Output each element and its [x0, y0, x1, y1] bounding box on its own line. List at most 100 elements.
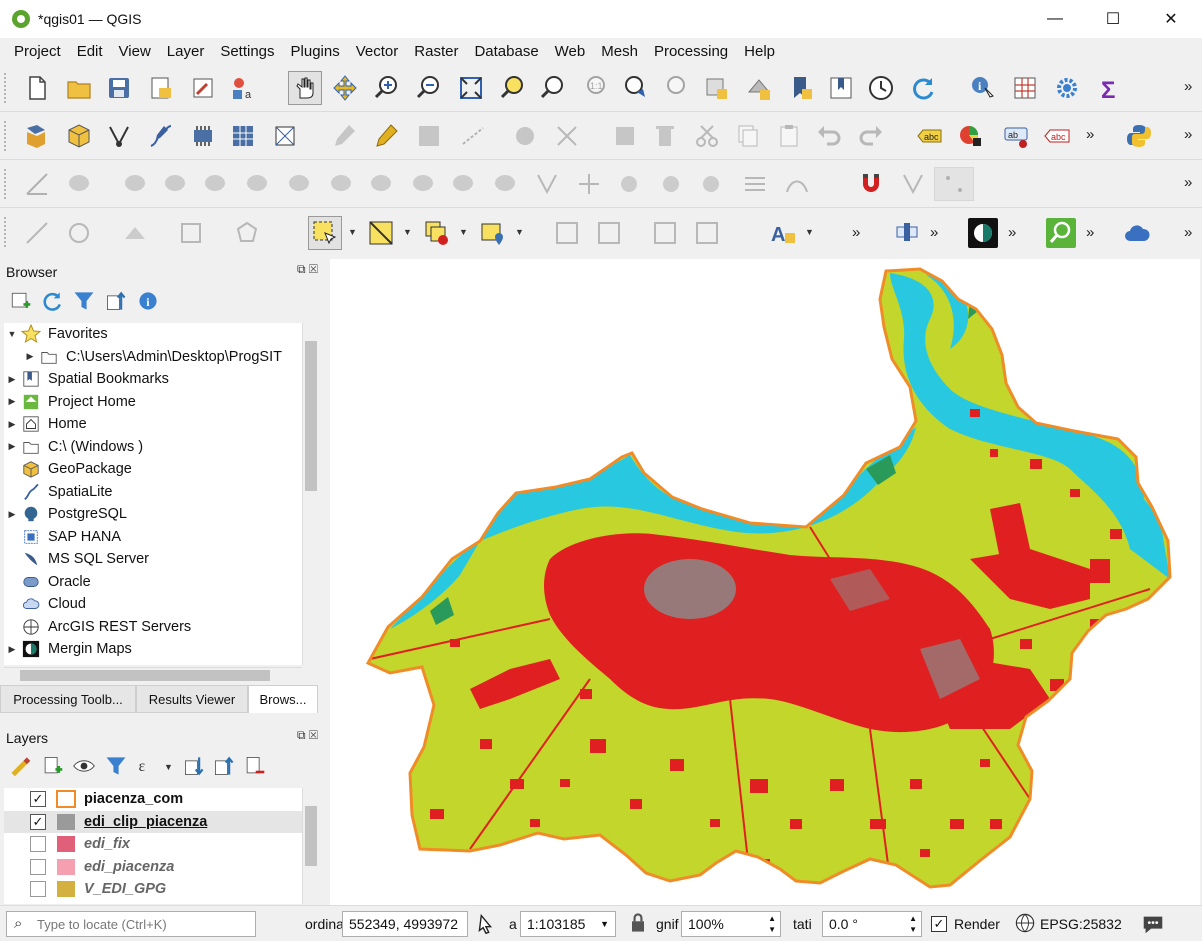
- toolbar-overflow-chevron-icon[interactable]: »: [1184, 78, 1192, 95]
- select-features-dropdown-icon[interactable]: ▼: [348, 217, 358, 247]
- show-hide-labels-icon[interactable]: abc: [1042, 121, 1072, 151]
- browser-item-spatial-bookmarks[interactable]: ▶ Spatial Bookmarks: [4, 368, 302, 391]
- browser-item-project-home[interactable]: ▶ Project Home: [4, 391, 302, 414]
- zoom-native-icon[interactable]: 1:1: [580, 73, 610, 103]
- browser-item-oracle[interactable]: Oracle: [4, 571, 302, 594]
- browser-item-arcgis-rest[interactable]: ArcGIS REST Servers: [4, 616, 302, 639]
- pan-to-selection-icon[interactable]: [330, 73, 360, 103]
- data-source-manager-icon[interactable]: [22, 121, 52, 151]
- new-project-icon[interactable]: [22, 73, 52, 103]
- layer-row-edi-clip-piacenza[interactable]: ✓ edi_clip_piacenza: [4, 810, 302, 833]
- fill-ring-icon[interactable]: [160, 169, 190, 199]
- zoom-in-icon[interactable]: [372, 73, 402, 103]
- toolbar-overflow-chevron-icon[interactable]: »: [1008, 224, 1016, 241]
- coordinate-field[interactable]: 552349, 4993972: [342, 911, 468, 937]
- cloud-icon[interactable]: [1122, 218, 1152, 248]
- move-feature-icon[interactable]: [510, 121, 540, 151]
- magnifier-spinbox[interactable]: 100% ▲ ▼: [681, 911, 781, 937]
- filter-expression-dropdown-icon[interactable]: ▼: [164, 752, 174, 782]
- vertex-tool-icon[interactable]: [104, 121, 134, 151]
- browser-item-geopackage[interactable]: GeoPackage: [4, 458, 302, 481]
- menu-plugins[interactable]: Plugins: [283, 43, 348, 60]
- toggle-extents-mouse-icon[interactable]: [472, 910, 498, 936]
- filter-legend-icon[interactable]: [104, 754, 128, 778]
- expand-all-icon[interactable]: [182, 754, 206, 778]
- browser-item-c-drive[interactable]: ▶ C:\ (Windows ): [4, 436, 302, 459]
- toolbar-overflow-chevron-icon[interactable]: »: [1184, 126, 1192, 143]
- python-console-icon[interactable]: [1124, 121, 1154, 151]
- toolbar-overflow-chevron-icon[interactable]: »: [1184, 174, 1192, 191]
- cut-features-icon[interactable]: [692, 121, 722, 151]
- settings-gear-icon[interactable]: [1052, 73, 1082, 103]
- snapping-type-icon[interactable]: [934, 167, 974, 201]
- shape-rectangle-icon[interactable]: [120, 218, 150, 248]
- layer-row-piacenza-com[interactable]: ✓ piacenza_com: [4, 788, 302, 811]
- menu-mesh[interactable]: Mesh: [593, 43, 646, 60]
- mergin-maps-icon[interactable]: [968, 218, 998, 248]
- plugin-tool-icon[interactable]: [892, 218, 922, 248]
- new-geopackage-layer-icon[interactable]: [64, 121, 94, 151]
- layer-styling-icon[interactable]: [8, 754, 32, 778]
- locator-search-input[interactable]: Type to locate (Ctrl+K): [6, 911, 256, 937]
- browser-item-spatialite[interactable]: SpatiaLite: [4, 481, 302, 504]
- deselect-dropdown-icon[interactable]: ▼: [459, 217, 469, 247]
- chevron-right-icon[interactable]: ▶: [4, 396, 20, 407]
- browser-item-mergin-maps[interactable]: ▶ Mergin Maps: [4, 638, 302, 661]
- add-part-icon[interactable]: [120, 169, 150, 199]
- georeference-icon[interactable]: [552, 218, 582, 248]
- menu-layer[interactable]: Layer: [159, 43, 213, 60]
- maximize-button[interactable]: ☐: [1084, 0, 1142, 38]
- delete-ring-icon[interactable]: [200, 169, 230, 199]
- vertex-editor-icon[interactable]: [552, 121, 582, 151]
- minimize-button[interactable]: —: [1026, 0, 1084, 38]
- paste-features-icon[interactable]: [774, 121, 804, 151]
- offset-point-symbols-icon[interactable]: [614, 169, 644, 199]
- merge-attributes-icon[interactable]: [532, 169, 562, 199]
- toolbar-overflow-chevron-icon[interactable]: »: [1086, 224, 1094, 241]
- close-button[interactable]: ✕: [1142, 0, 1200, 38]
- select-location-dropdown-icon[interactable]: ▼: [515, 217, 525, 247]
- merge-features-icon[interactable]: [490, 169, 520, 199]
- map-render[interactable]: [330, 259, 1200, 905]
- tab-processing-toolbox[interactable]: Processing Toolb...: [0, 685, 136, 713]
- modify-attributes-icon[interactable]: [610, 121, 640, 151]
- new-temporary-layer-icon[interactable]: [188, 121, 218, 151]
- pin-labels-icon[interactable]: ab: [1002, 121, 1032, 151]
- menu-web[interactable]: Web: [547, 43, 594, 60]
- delete-part-icon[interactable]: [242, 169, 272, 199]
- browser-item-mssql[interactable]: MS SQL Server: [4, 548, 302, 571]
- annotation-text-icon[interactable]: A: [768, 218, 798, 248]
- menu-settings[interactable]: Settings: [212, 43, 282, 60]
- select-by-location-icon[interactable]: [478, 218, 508, 248]
- label-tool-icon[interactable]: abc: [914, 121, 944, 151]
- menu-processing[interactable]: Processing: [646, 43, 736, 60]
- shape-digitize-icon[interactable]: [782, 169, 812, 199]
- browser-item-sap-hana[interactable]: SAP HANA: [4, 526, 302, 549]
- chevron-down-icon[interactable]: ▼: [4, 329, 20, 339]
- rotation-spinbox[interactable]: 0.0 ° ▲ ▼: [822, 911, 922, 937]
- identify-features-icon[interactable]: i: [968, 73, 998, 103]
- snapping-mode-icon[interactable]: [898, 169, 928, 199]
- scrollbar-thumb[interactable]: [305, 806, 317, 866]
- select-by-expression-icon[interactable]: [366, 218, 396, 248]
- refresh-browser-icon[interactable]: [40, 289, 64, 313]
- menu-vector[interactable]: Vector: [348, 43, 407, 60]
- save-edits-icon[interactable]: [414, 121, 444, 151]
- menu-raster[interactable]: Raster: [406, 43, 466, 60]
- manage-visibility-eye-icon[interactable]: [72, 754, 96, 778]
- shape-polygon-icon[interactable]: [176, 218, 206, 248]
- lock-scale-icon[interactable]: [626, 911, 650, 935]
- new-3d-map-view-icon[interactable]: [744, 73, 774, 103]
- add-ring-icon[interactable]: [64, 169, 94, 199]
- statistics-sigma-icon[interactable]: Σ: [1094, 73, 1124, 103]
- browser-item-progsit-folder[interactable]: ▶ C:\Users\Admin\Desktop\ProgSIT: [4, 346, 302, 369]
- new-bookmark-icon[interactable]: [786, 73, 816, 103]
- tab-results-viewer[interactable]: Results Viewer: [136, 685, 248, 713]
- filter-by-expression-icon[interactable]: ε: [136, 754, 160, 778]
- toolbar-grip[interactable]: [4, 169, 10, 199]
- scrollbar-thumb[interactable]: [20, 670, 270, 681]
- offset-curve-icon[interactable]: [326, 169, 356, 199]
- crs-globe-icon[interactable]: [1014, 912, 1036, 934]
- browser-item-cloud[interactable]: Cloud: [4, 593, 302, 616]
- refresh-icon[interactable]: [908, 73, 938, 103]
